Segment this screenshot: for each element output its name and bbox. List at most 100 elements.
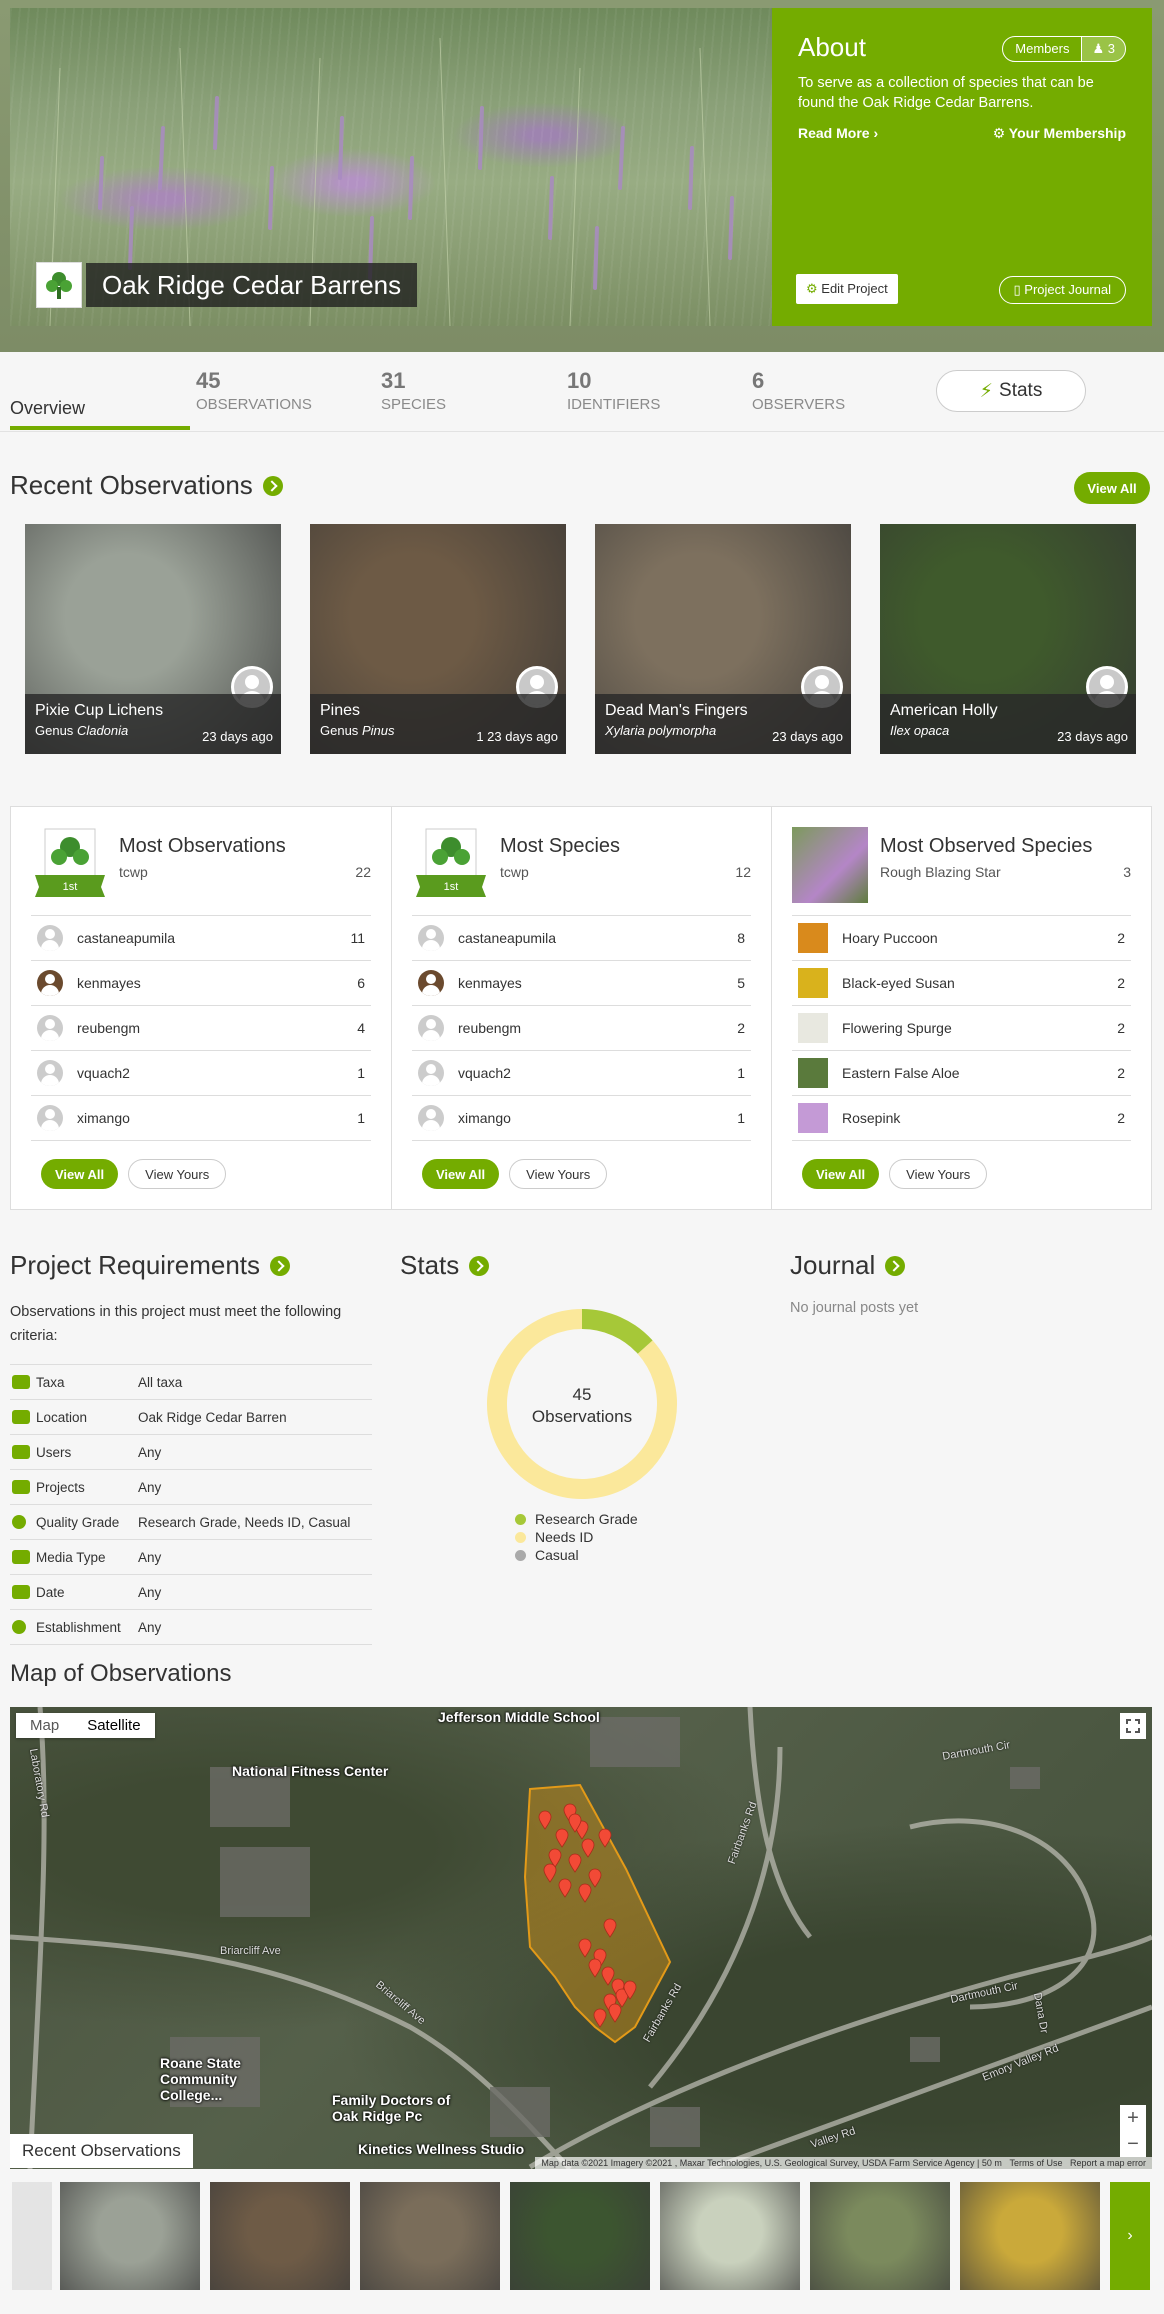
observations-map[interactable]: Map Satellite Jefferson Middle School Na… <box>10 1707 1152 2169</box>
leaderboard-row-name: Flowering Spurge <box>842 1020 952 1036</box>
stats-button[interactable]: ⚡ Stats <box>936 370 1086 412</box>
leaderboard-row[interactable]: reubengm 2 <box>412 1006 751 1051</box>
journal-empty-message: No journal posts yet <box>790 1300 919 1316</box>
map-type-toggle[interactable]: Map Satellite <box>16 1713 155 1738</box>
species-photo[interactable] <box>792 827 868 903</box>
requirement-row: Location Oak Ridge Cedar Barren <box>10 1400 372 1435</box>
observation-card[interactable]: Pixie Cup Lichens Genus Cladonia 23 days a… <box>25 524 281 754</box>
leaderboard-row-name: Black-eyed Susan <box>842 975 955 991</box>
species-thumbnail[interactable] <box>798 923 828 953</box>
leaderboard-row[interactable]: vquach2 1 <box>412 1051 751 1096</box>
leaderboard-row[interactable]: Eastern False Aloe 2 <box>792 1051 1131 1096</box>
thumbs-prev-button[interactable] <box>12 2182 52 2290</box>
requirement-key: Quality Grade <box>36 1514 120 1530</box>
map-attribution: Map data ©2021 Imagery ©2021 , Maxar Tec… <box>535 2157 1152 2169</box>
user-avatar[interactable] <box>37 1015 63 1041</box>
user-avatar[interactable] <box>418 1060 444 1086</box>
stats-heading[interactable]: Stats <box>400 1250 490 1281</box>
leaderboard-view-all-button[interactable]: View All <box>802 1159 880 1189</box>
observation-thumbnail[interactable] <box>660 2182 800 2290</box>
leaderboard-row[interactable]: vquach2 1 <box>31 1051 371 1096</box>
leaderboard-top-name[interactable]: tcwp <box>119 864 148 880</box>
user-avatar[interactable] <box>418 970 444 996</box>
project-requirements-heading[interactable]: Project Requirements <box>10 1250 290 1281</box>
leaderboard-title: Most Species <box>500 835 621 857</box>
observation-card[interactable]: Dead Man's Fingers Xylaria polymorpha 23 … <box>595 524 851 754</box>
leaderboard-row[interactable]: Hoary Puccoon 2 <box>792 916 1131 961</box>
observation-thumbnail[interactable] <box>60 2182 200 2290</box>
species-thumbnail[interactable] <box>798 1013 828 1043</box>
leaderboard-row[interactable]: reubengm 4 <box>31 1006 371 1051</box>
species-thumbnail[interactable] <box>798 968 828 998</box>
hero-project-banner[interactable]: Oak Ridge Cedar Barrens <box>36 262 418 308</box>
requirement-value: Research Grade, Needs ID, Casual <box>138 1514 351 1530</box>
observation-card[interactable]: Pines Genus Pinus 1 23 days ago <box>310 524 566 754</box>
stat-observers[interactable]: 6 OBSERVERS <box>752 368 932 413</box>
fullscreen-icon[interactable] <box>1120 1713 1146 1739</box>
user-avatar[interactable] <box>418 1105 444 1131</box>
leaderboard-view-yours-button[interactable]: View Yours <box>509 1159 608 1189</box>
leaderboard-view-yours-button[interactable]: View Yours <box>128 1159 227 1189</box>
terms-of-use-link[interactable]: Terms of Use <box>1009 2158 1062 2168</box>
leaderboard-view-all-button[interactable]: View All <box>422 1159 500 1189</box>
view-all-observations-button[interactable]: View All <box>1074 472 1150 504</box>
leaderboard-row[interactable]: Flowering Spurge 2 <box>792 1006 1131 1051</box>
observation-thumbnail[interactable] <box>210 2182 350 2290</box>
leaderboard-row-count: 1 <box>737 1065 745 1081</box>
leaderboard-row[interactable]: ximango 1 <box>412 1096 751 1141</box>
your-membership-link[interactable]: ⚙ Your Membership <box>993 125 1126 142</box>
first-place-badge-icon: 1st <box>31 827 109 903</box>
zoom-out-button[interactable]: − <box>1120 2131 1146 2157</box>
user-icon <box>12 1445 30 1459</box>
user-avatar[interactable] <box>418 925 444 951</box>
observation-thumbnail[interactable] <box>360 2182 500 2290</box>
leaf-logo-icon <box>46 272 72 299</box>
map-view-button[interactable]: Map <box>16 1713 73 1738</box>
donut-slice-research-grade[interactable] <box>581 1309 653 1355</box>
leaderboard-most-species: 1st Most Species tcwp 12 castaneapumila … <box>391 807 771 1209</box>
edit-project-button[interactable]: ⚙ Edit Project <box>796 274 898 304</box>
leaderboard-view-all-button[interactable]: View All <box>41 1159 119 1189</box>
leaderboard-view-yours-button[interactable]: View Yours <box>889 1159 988 1189</box>
observation-thumbnail[interactable] <box>960 2182 1100 2290</box>
project-logo[interactable] <box>36 262 82 308</box>
stat-species[interactable]: 31 SPECIES <box>381 368 561 413</box>
user-avatar[interactable] <box>418 1015 444 1041</box>
zoom-in-button[interactable]: + <box>1120 2105 1146 2131</box>
leaderboard-row[interactable]: castaneapumila 11 <box>31 916 371 961</box>
leaderboard-top-name[interactable]: Rough Blazing Star <box>880 864 1001 880</box>
stat-identifiers[interactable]: 10 IDENTIFIERS <box>567 368 747 413</box>
leaderboard-row[interactable]: castaneapumila 8 <box>412 916 751 961</box>
gear-icon: ⚙ <box>992 125 1006 141</box>
leaderboard-row-name: kenmayes <box>77 975 141 991</box>
project-journal-button[interactable]: ▯ Project Journal <box>998 276 1126 304</box>
stat-observations[interactable]: 45 OBSERVATIONS <box>196 368 376 413</box>
user-avatar[interactable] <box>37 925 63 951</box>
thumbs-next-button[interactable]: › <box>1110 2182 1150 2290</box>
leaderboard-row[interactable]: Rosepink 2 <box>792 1096 1131 1141</box>
leaderboard-row[interactable]: ximango 1 <box>31 1096 371 1141</box>
read-more-link[interactable]: Read More › <box>798 125 878 142</box>
report-map-error-link[interactable]: Report a map error <box>1070 2158 1146 2168</box>
recent-observations-heading[interactable]: Recent Observations <box>10 470 283 501</box>
leaderboard-top-name[interactable]: tcwp <box>500 864 529 880</box>
leaderboard-row-count: 6 <box>357 975 365 991</box>
journal-heading[interactable]: Journal <box>790 1250 906 1281</box>
user-avatar[interactable] <box>37 1105 63 1131</box>
leaderboard-row[interactable]: kenmayes 6 <box>31 961 371 1006</box>
user-avatar[interactable] <box>37 970 63 996</box>
leaderboard-row-count: 2 <box>1117 1110 1125 1126</box>
tab-overview[interactable]: Overview <box>10 398 190 430</box>
leaderboard-row[interactable]: Black-eyed Susan 2 <box>792 961 1131 1006</box>
observation-thumbnail[interactable] <box>510 2182 650 2290</box>
satellite-view-button[interactable]: Satellite <box>73 1713 154 1738</box>
observation-card[interactable]: American Holly Ilex opaca 23 days ago <box>880 524 1136 754</box>
species-thumbnail[interactable] <box>798 1103 828 1133</box>
legend-label: Needs ID <box>535 1529 594 1545</box>
observation-thumbnail[interactable] <box>810 2182 950 2290</box>
species-thumbnail[interactable] <box>798 1058 828 1088</box>
map-heading: Map of Observations <box>10 1660 232 1687</box>
user-avatar[interactable] <box>37 1060 63 1086</box>
leaderboard-row[interactable]: kenmayes 5 <box>412 961 751 1006</box>
members-button[interactable]: Members ♟ 3 <box>1002 36 1126 62</box>
